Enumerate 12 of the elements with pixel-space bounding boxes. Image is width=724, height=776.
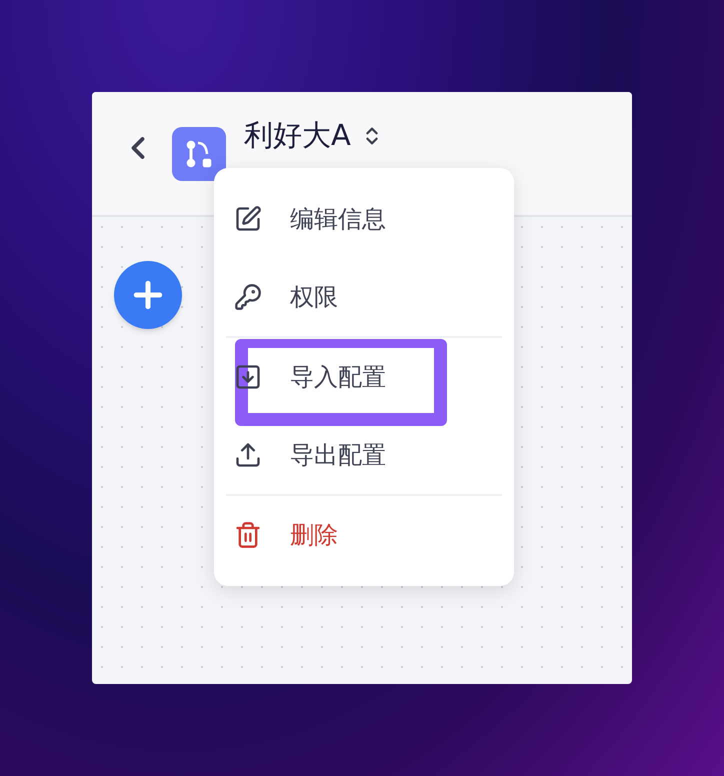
edit-icon	[234, 205, 262, 233]
key-icon	[234, 283, 262, 311]
menu-item[interactable]: 编辑信息	[234, 180, 494, 258]
import-icon	[234, 363, 262, 391]
menu-item[interactable]: 删除	[234, 496, 494, 574]
menu-item[interactable]: 导入配置	[234, 338, 494, 416]
trash-icon	[234, 521, 262, 549]
upload-icon	[234, 441, 262, 469]
add-button[interactable]	[114, 261, 182, 329]
menu-item[interactable]: 权限	[234, 258, 494, 336]
menu-item[interactable]: 导出配置	[234, 416, 494, 494]
project-title: 利好大A	[244, 117, 351, 154]
